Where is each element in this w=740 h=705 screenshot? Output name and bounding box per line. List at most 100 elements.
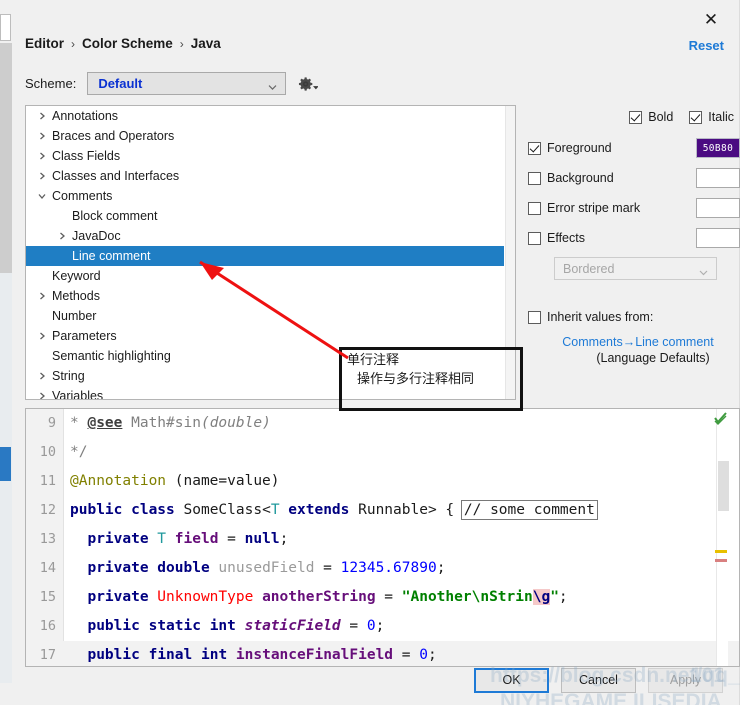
twisty-icon[interactable] <box>34 112 50 120</box>
breadcrumb-item-color-scheme[interactable]: Color Scheme <box>82 36 173 51</box>
background-color-swatch[interactable] <box>696 168 740 188</box>
code-line[interactable]: 13 private T field = null; <box>26 525 739 554</box>
foreground-label: Foreground <box>547 141 612 155</box>
code-token: T <box>270 502 280 518</box>
code-token: SomeClass< <box>174 502 271 518</box>
parent-scrollbar-thumb[interactable] <box>0 43 12 273</box>
reset-link[interactable]: Reset <box>689 38 724 53</box>
code-line[interactable]: 17 public final int instanceFinalField =… <box>26 641 739 666</box>
gear-icon[interactable] <box>298 74 319 94</box>
error-stripe-color-swatch[interactable] <box>696 198 740 218</box>
tree-item-label: Number <box>52 309 97 323</box>
tree-item-line-comment[interactable]: Line comment <box>26 246 504 266</box>
code-line[interactable]: 12 public class SomeClass<T extends Runna… <box>26 496 739 525</box>
code-preview-panel[interactable]: 9 * @see Math#sin(double) 10 */ 11 @Annotatio… <box>25 408 740 667</box>
tree-item-label: String <box>52 369 85 383</box>
line-number: 17 <box>39 647 56 663</box>
twisty-icon[interactable] <box>34 192 50 200</box>
preview-scrollbar[interactable] <box>716 409 729 666</box>
line-number: 16 <box>39 618 56 634</box>
code-token: class <box>122 502 175 518</box>
code-token: unusedField <box>209 560 315 576</box>
close-icon[interactable]: ✕ <box>698 6 724 32</box>
tree-item-methods[interactable]: Methods <box>26 286 504 306</box>
ok-button[interactable]: OK <box>474 667 549 693</box>
tree-item-braces-and-operators[interactable]: Braces and Operators <box>26 126 504 146</box>
tree-item-parameters[interactable]: Parameters <box>26 326 504 346</box>
background-row: Background <box>528 163 740 193</box>
checkbox-icon <box>528 141 541 155</box>
italic-label: Italic <box>708 110 734 124</box>
error-stripe-mark-label: Error stripe mark <box>547 201 641 215</box>
font-style-row: Bold Italic <box>528 110 740 124</box>
attribute-options-pane: Bold Italic Foreground 50B80 Background … <box>528 110 740 365</box>
twisty-icon[interactable] <box>34 392 50 399</box>
effects-type-select[interactable]: Bordered <box>554 257 717 280</box>
parent-panel-corner <box>0 14 11 41</box>
code-token: @see <box>87 415 123 431</box>
error-stripe-error-marker[interactable] <box>715 559 727 562</box>
code-token: 12345.67890 <box>340 560 437 576</box>
checkbox-icon <box>528 310 541 324</box>
code-token: int <box>192 647 228 663</box>
chevron-down-icon <box>268 78 277 90</box>
tree-item-label: Variables <box>52 389 104 400</box>
code-token: null <box>244 531 280 547</box>
tree-item-class-fields[interactable]: Class Fields <box>26 146 504 166</box>
tree-item-annotations[interactable]: Annotations <box>26 106 504 126</box>
italic-checkbox[interactable]: Italic <box>689 110 734 124</box>
tree-item-label: Annotations <box>52 109 119 123</box>
error-stripe-warning-marker[interactable] <box>715 550 727 553</box>
code-line[interactable]: 11 @Annotation (name=value) <box>26 467 739 496</box>
twisty-icon[interactable] <box>54 232 70 240</box>
tree-item-comments[interactable]: Comments <box>26 186 504 206</box>
twisty-icon[interactable] <box>34 372 50 380</box>
background-checkbox[interactable]: Background <box>528 171 696 185</box>
tree-item-keyword[interactable]: Keyword <box>26 266 504 286</box>
code-line[interactable]: 15 private UnknownType anotherString = "… <box>26 583 739 612</box>
twisty-icon[interactable] <box>34 152 50 160</box>
twisty-icon[interactable] <box>34 172 50 180</box>
effects-color-swatch[interactable] <box>696 228 740 248</box>
line-number: 14 <box>39 560 56 576</box>
code-token: T <box>148 531 167 547</box>
code-token: 0 <box>419 647 428 663</box>
apply-button[interactable]: Apply <box>648 667 723 693</box>
code-token: ; <box>279 531 289 547</box>
tree-item-label: Line comment <box>72 249 151 263</box>
error-stripe-mark-checkbox[interactable]: Error stripe mark <box>528 201 696 215</box>
code-token: = <box>218 531 245 547</box>
bold-checkbox[interactable]: Bold <box>629 110 673 124</box>
checkbox-icon <box>689 110 703 124</box>
breadcrumb-item-editor[interactable]: Editor <box>25 36 64 51</box>
preview-scrollbar-thumb[interactable] <box>718 461 729 511</box>
twisty-icon[interactable] <box>34 132 50 140</box>
tree-item-classes-and-interfaces[interactable]: Classes and Interfaces <box>26 166 504 186</box>
line-number: 13 <box>39 531 56 547</box>
code-line[interactable]: 9 * @see Math#sin(double) <box>26 409 739 438</box>
breadcrumb-separator-icon: › <box>71 36 75 51</box>
tree-item-label: Keyword <box>52 269 101 283</box>
code-token: anotherString <box>253 589 376 605</box>
foreground-color-swatch[interactable]: 50B80 <box>696 138 740 158</box>
breadcrumb-item-java[interactable]: Java <box>191 36 221 51</box>
tree-item-javadoc[interactable]: JavaDoc <box>26 226 504 246</box>
code-token: double <box>148 560 210 576</box>
twisty-icon[interactable] <box>34 292 50 300</box>
checkbox-icon <box>528 201 541 215</box>
foreground-checkbox[interactable]: Foreground <box>528 141 696 155</box>
scheme-select[interactable]: Default <box>87 72 287 95</box>
code-line[interactable]: 16 public static int staticField = 0; <box>26 612 739 641</box>
tree-item-block-comment[interactable]: Block comment <box>26 206 504 226</box>
code-line[interactable]: 10 */ <box>26 438 739 467</box>
code-line[interactable]: 14 private double unusedField = 12345.67… <box>26 554 739 583</box>
inherit-source-link[interactable]: Comments→Line comment <box>528 335 740 349</box>
twisty-icon[interactable] <box>34 332 50 340</box>
code-token: field <box>166 531 219 547</box>
checkbox-icon <box>629 110 643 124</box>
tree-item-number[interactable]: Number <box>26 306 504 326</box>
inherit-values-checkbox[interactable]: Inherit values from: <box>528 310 653 324</box>
cancel-button[interactable]: Cancel <box>561 667 636 693</box>
line-comment-selection-box: // some comment <box>460 500 598 520</box>
effects-checkbox[interactable]: Effects <box>528 231 696 245</box>
